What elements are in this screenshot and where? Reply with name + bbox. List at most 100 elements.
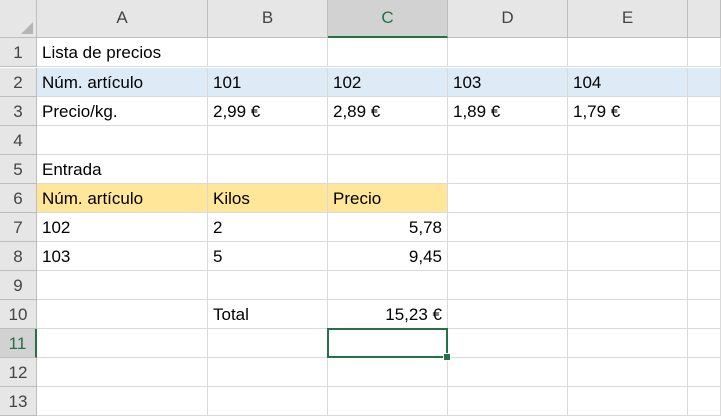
cell-a6[interactable]: Núm. artículo <box>37 184 208 213</box>
cell-a10[interactable] <box>37 300 208 329</box>
cell-d3[interactable]: 1,89 € <box>448 97 568 126</box>
cell-c9[interactable] <box>328 271 448 300</box>
cell-c8[interactable]: 9,45 <box>328 242 448 271</box>
cell-a5[interactable]: Entrada <box>37 155 208 184</box>
cell-overflow-11[interactable] <box>688 329 721 358</box>
column-header-c[interactable]: C <box>328 0 448 38</box>
cell-a4[interactable] <box>37 126 208 155</box>
cell-d4[interactable] <box>448 126 568 155</box>
cell-b7[interactable]: 2 <box>208 213 328 242</box>
row-header-9[interactable]: 9 <box>0 271 37 300</box>
row-header-8[interactable]: 8 <box>0 242 37 271</box>
cell-a9[interactable] <box>37 271 208 300</box>
cell-overflow-10[interactable] <box>688 300 721 329</box>
row-header-4[interactable]: 4 <box>0 126 37 155</box>
cell-b1[interactable] <box>208 38 328 67</box>
cell-overflow-1[interactable] <box>688 38 721 67</box>
cell-e9[interactable] <box>568 271 688 300</box>
cell-b3[interactable]: 2,99 € <box>208 97 328 126</box>
cell-c7[interactable]: 5,78 <box>328 213 448 242</box>
cell-a2[interactable]: Núm. artículo <box>37 68 208 97</box>
row-header-11[interactable]: 11 <box>0 329 37 358</box>
cell-e2[interactable]: 104 <box>568 68 688 97</box>
cell-d2[interactable]: 103 <box>448 68 568 97</box>
cell-b2[interactable]: 101 <box>208 68 328 97</box>
cell-d10[interactable] <box>448 300 568 329</box>
cell-d7[interactable] <box>448 213 568 242</box>
cell-e6[interactable] <box>568 184 688 213</box>
row-header-13[interactable]: 13 <box>0 387 37 416</box>
cell-overflow-12[interactable] <box>688 358 721 387</box>
cell-c6[interactable]: Precio <box>328 184 448 213</box>
cell-d8[interactable] <box>448 242 568 271</box>
row-header-1[interactable]: 1 <box>0 38 37 67</box>
cell-e12[interactable] <box>568 358 688 387</box>
cell-a1[interactable]: Lista de precios <box>37 38 208 67</box>
cell-a7[interactable]: 102 <box>37 213 208 242</box>
cell-d9[interactable] <box>448 271 568 300</box>
row-header-5[interactable]: 5 <box>0 155 37 184</box>
row-header-12[interactable]: 12 <box>0 358 37 387</box>
cell-overflow-9[interactable] <box>688 271 721 300</box>
cell-overflow-4[interactable] <box>688 126 721 155</box>
cell-d12[interactable] <box>448 358 568 387</box>
column-header-a[interactable]: A <box>37 0 208 38</box>
cell-c4[interactable] <box>328 126 448 155</box>
row-header-10[interactable]: 10 <box>0 300 37 329</box>
cell-d6[interactable] <box>448 184 568 213</box>
cell-b9[interactable] <box>208 271 328 300</box>
cell-overflow-6[interactable] <box>688 184 721 213</box>
cell-overflow-8[interactable] <box>688 242 721 271</box>
select-all-corner[interactable] <box>0 0 37 38</box>
cell-e1[interactable] <box>568 38 688 67</box>
cell-b11[interactable] <box>208 329 328 358</box>
cell-e8[interactable] <box>568 242 688 271</box>
cell-a8[interactable]: 103 <box>37 242 208 271</box>
cell-c5[interactable] <box>328 155 448 184</box>
cell-e10[interactable] <box>568 300 688 329</box>
cell-e4[interactable] <box>568 126 688 155</box>
cell-overflow-13[interactable] <box>688 387 721 416</box>
cell-e13[interactable] <box>568 387 688 416</box>
cell-b8[interactable]: 5 <box>208 242 328 271</box>
row-header-3[interactable]: 3 <box>0 97 37 126</box>
cell-a11[interactable] <box>37 329 208 358</box>
cell-d13[interactable] <box>448 387 568 416</box>
cell-c1[interactable] <box>328 38 448 67</box>
cell-d1[interactable] <box>448 38 568 67</box>
row-header-2[interactable]: 2 <box>0 68 37 97</box>
cell-b5[interactable] <box>208 155 328 184</box>
cell-a12[interactable] <box>37 358 208 387</box>
column-header-overflow[interactable] <box>688 0 721 38</box>
cell-overflow-3[interactable] <box>688 97 721 126</box>
cell-overflow-7[interactable] <box>688 213 721 242</box>
column-header-e[interactable]: E <box>568 0 688 38</box>
cell-b10[interactable]: Total <box>208 300 328 329</box>
cell-a13[interactable] <box>37 387 208 416</box>
column-header-d[interactable]: D <box>448 0 568 38</box>
cell-c10[interactable]: 15,23 € <box>328 300 448 329</box>
row-header-6[interactable]: 6 <box>0 184 37 213</box>
cell-e7[interactable] <box>568 213 688 242</box>
cell-e5[interactable] <box>568 155 688 184</box>
cell-c2[interactable]: 102 <box>328 68 448 97</box>
select-all-icon <box>21 22 33 34</box>
column-header-b[interactable]: B <box>208 0 328 38</box>
cell-d5[interactable] <box>448 155 568 184</box>
cell-e3[interactable]: 1,79 € <box>568 97 688 126</box>
cell-a3[interactable]: Precio/kg. <box>37 97 208 126</box>
cell-d11[interactable] <box>448 329 568 358</box>
cell-c13[interactable] <box>328 387 448 416</box>
cell-b4[interactable] <box>208 126 328 155</box>
cell-overflow-5[interactable] <box>688 155 721 184</box>
active-cell-outline <box>327 328 448 358</box>
cell-c12[interactable] <box>328 358 448 387</box>
cell-b12[interactable] <box>208 358 328 387</box>
cell-e11[interactable] <box>568 329 688 358</box>
row-header-7[interactable]: 7 <box>0 213 37 242</box>
fill-handle[interactable] <box>443 353 451 361</box>
cell-b13[interactable] <box>208 387 328 416</box>
cell-b6[interactable]: Kilos <box>208 184 328 213</box>
cell-overflow-2[interactable] <box>688 68 721 97</box>
cell-c3[interactable]: 2,89 € <box>328 97 448 126</box>
